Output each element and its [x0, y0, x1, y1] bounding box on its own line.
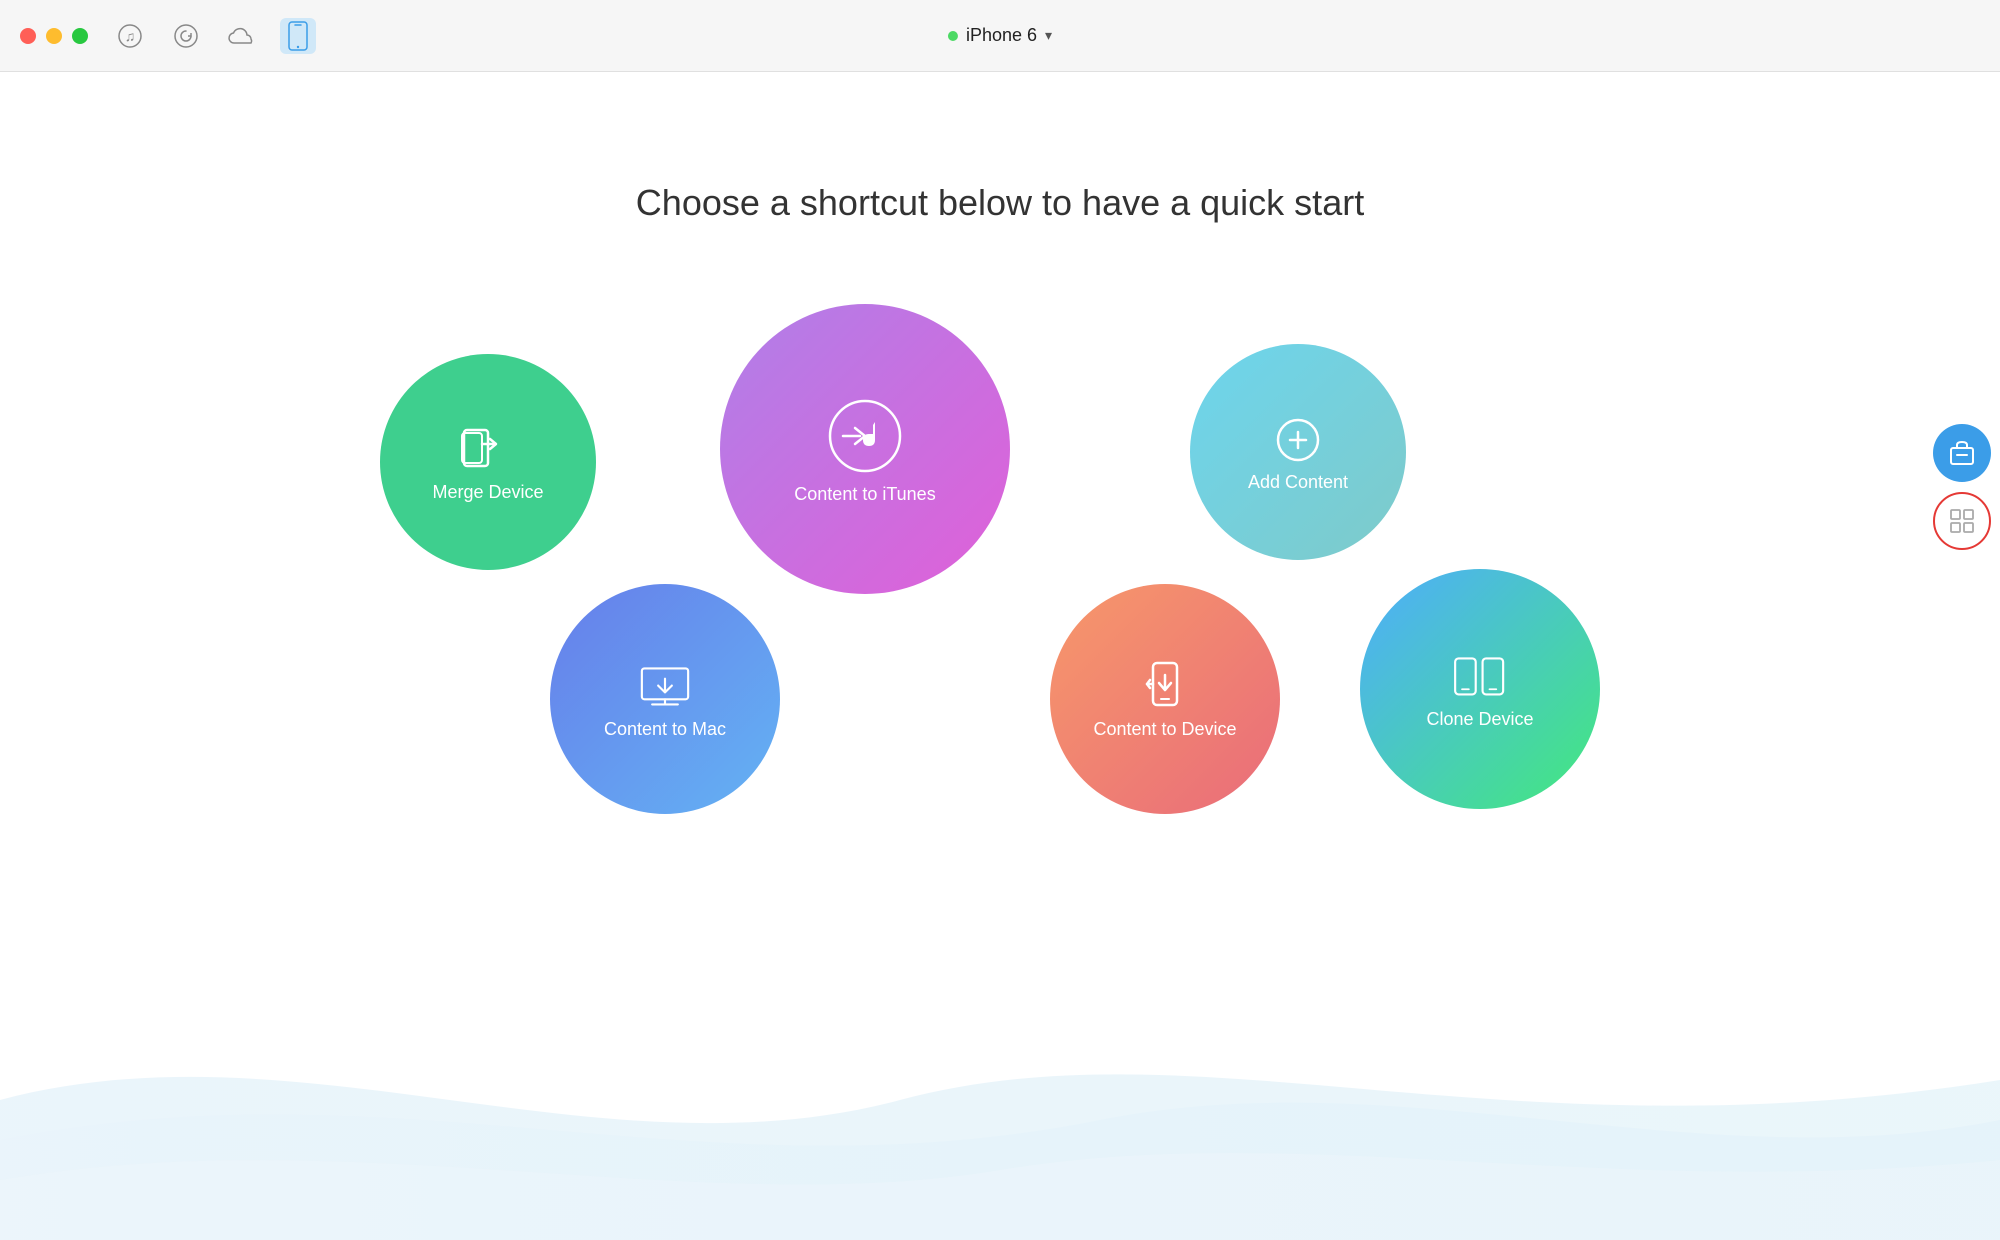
- chevron-down-icon: ▾: [1045, 27, 1052, 44]
- music-icon[interactable]: ♫: [112, 18, 148, 54]
- shortcuts-container: Merge Device Content to iTunes Add Conte…: [350, 284, 1650, 904]
- content-device-label: Content to Device: [1093, 719, 1236, 740]
- minimize-button[interactable]: [46, 28, 62, 44]
- add-content-button[interactable]: Add Content: [1190, 344, 1406, 560]
- content-mac-label: Content to Mac: [604, 719, 726, 740]
- traffic-lights: [20, 28, 88, 44]
- content-device-button[interactable]: Content to Device: [1050, 584, 1280, 814]
- content-itunes-label: Content to iTunes: [794, 484, 935, 505]
- content-itunes-button[interactable]: Content to iTunes: [720, 304, 1010, 594]
- merge-device-button[interactable]: Merge Device: [380, 354, 596, 570]
- close-button[interactable]: [20, 28, 36, 44]
- page-title: Choose a shortcut below to have a quick …: [636, 182, 1364, 224]
- wave-background: [0, 900, 2000, 1240]
- grid-button[interactable]: [1933, 492, 1991, 550]
- phone-icon[interactable]: [280, 18, 316, 54]
- maximize-button[interactable]: [72, 28, 88, 44]
- clone-device-label: Clone Device: [1426, 709, 1533, 730]
- svg-text:♫: ♫: [125, 28, 136, 44]
- titlebar: ♫ iPhone 6 ▾: [0, 0, 2000, 72]
- cloud-icon[interactable]: [224, 18, 260, 54]
- tools-button[interactable]: [1933, 424, 1991, 482]
- clone-device-button[interactable]: Clone Device: [1360, 569, 1600, 809]
- content-mac-button[interactable]: Content to Mac: [550, 584, 780, 814]
- device-selector[interactable]: iPhone 6 ▾: [948, 25, 1052, 46]
- device-status-dot: [948, 31, 958, 41]
- titlebar-icons: ♫: [112, 18, 316, 54]
- history-icon[interactable]: [168, 18, 204, 54]
- right-sidebar: [1924, 144, 2000, 1240]
- merge-device-label: Merge Device: [432, 482, 543, 503]
- add-content-label: Add Content: [1248, 472, 1348, 493]
- device-name: iPhone 6: [966, 25, 1037, 46]
- main-content: Choose a shortcut below to have a quick …: [0, 72, 2000, 1240]
